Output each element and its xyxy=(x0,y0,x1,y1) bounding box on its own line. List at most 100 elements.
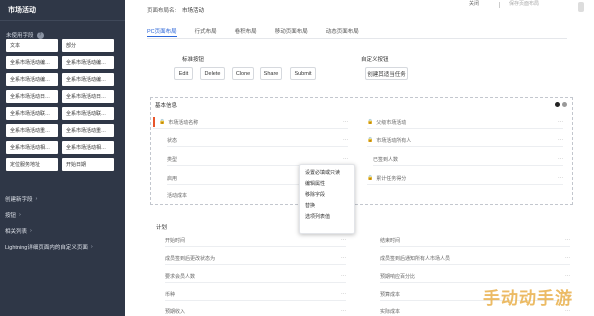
menu-item-required-readonly[interactable]: 设置必填或只读 xyxy=(300,167,354,178)
nav-label: 按钮 xyxy=(5,213,17,219)
field-chip[interactable]: 全系市场活动重… xyxy=(6,124,58,137)
more-icon[interactable]: ··· xyxy=(558,119,563,125)
field-response-rate[interactable]: 预期响应百分比 ··· xyxy=(380,271,570,281)
field-underline xyxy=(373,165,563,166)
field-owner[interactable]: 🔒 市场活动所有人 ··· xyxy=(367,135,563,145)
field-expected-revenue[interactable]: 预期收入 ··· xyxy=(165,306,346,316)
field-member-count[interactable]: 要求会员人数 ··· xyxy=(165,271,346,281)
more-icon[interactable]: ··· xyxy=(341,237,346,243)
more-icon[interactable]: ··· xyxy=(341,308,346,314)
field-underline xyxy=(367,184,563,185)
field-name[interactable]: 🔒 市场活动名称 ··· xyxy=(153,117,348,127)
main-canvas: PC页面布局 行式布局 卷积布局 移动页面布局 动态页面布局 标准按钮 Edit… xyxy=(125,20,594,316)
field-label: 开始时间 xyxy=(165,237,186,244)
field-chip[interactable]: 全系市场活动联… xyxy=(62,107,114,120)
clone-button[interactable]: Clone xyxy=(232,67,254,80)
field-chip[interactable]: 全系市场活动重… xyxy=(62,124,114,137)
tab-row-layout[interactable]: 行式布局 xyxy=(195,25,217,37)
help-icon[interactable]: ? xyxy=(36,31,44,39)
field-chip[interactable]: 全系市场活动日… xyxy=(6,90,58,103)
field-label: 结束时间 xyxy=(380,237,401,244)
field-chip[interactable]: 开始日期 xyxy=(62,158,114,171)
field-currency[interactable]: 币种 ··· xyxy=(165,289,346,299)
field-palette: 市场活动 未使用字段 ? 文本 部分 全系市场活动编… 全系市场活动编… 全系市… xyxy=(0,0,125,316)
lock-icon: 🔒 xyxy=(367,119,374,125)
field-chip[interactable]: 全系市场活动相… xyxy=(6,141,58,154)
field-chip[interactable]: 全系市场活动编… xyxy=(6,73,58,86)
more-icon[interactable]: ··· xyxy=(558,156,563,162)
custom-task-button[interactable]: 创建其适当任务 xyxy=(365,67,408,80)
save-layout-button[interactable]: 保存页面布局 xyxy=(509,0,539,8)
chevron-right-icon: › xyxy=(19,212,21,218)
unused-fields-label: 未使用字段 xyxy=(6,33,34,39)
field-status[interactable]: 状态 ··· xyxy=(167,135,348,145)
field-status-after-checkin[interactable]: 成员签到后更改状态为 ··· xyxy=(165,253,346,263)
field-chip[interactable]: 全系市场活动相… xyxy=(62,141,114,154)
field-chip[interactable]: 部分 xyxy=(62,39,114,52)
more-icon[interactable]: ··· xyxy=(565,237,570,243)
field-chip[interactable]: 全系市场活动日… xyxy=(62,90,114,103)
field-chip[interactable]: 全系市场活动联… xyxy=(6,107,58,120)
lock-icon: 🔒 xyxy=(367,175,374,181)
tab-dynamic-layout[interactable]: 动态页面布局 xyxy=(326,25,359,37)
lock-icon: 🔒 xyxy=(367,137,374,143)
field-label: 成员签到后通知所有人市场人员 xyxy=(380,255,451,262)
nav-label: Lightning详细页面内的自定义页面 xyxy=(5,245,88,251)
more-icon[interactable]: ··· xyxy=(343,137,348,143)
field-checked-in[interactable]: 已签到人数 ··· xyxy=(373,154,563,164)
field-type[interactable]: 类型 ··· xyxy=(167,154,348,164)
close-button[interactable]: 关闭 xyxy=(469,0,479,8)
scrollbar-thumb[interactable] xyxy=(578,2,584,12)
watermark: 手动动手游 xyxy=(483,289,573,308)
nav-create-field[interactable]: 创建新字段 › xyxy=(5,191,123,207)
menu-item-remove-field[interactable]: 移除字段 xyxy=(300,189,354,200)
tab-scroll-layout[interactable]: 卷积布局 xyxy=(235,25,257,37)
field-chip[interactable]: 全系市场活动编… xyxy=(62,56,114,69)
menu-item-edit-properties[interactable]: 编辑属性 xyxy=(300,178,354,189)
edit-button[interactable]: Edit xyxy=(174,67,193,80)
menu-item-replace[interactable]: 替换 xyxy=(300,200,354,211)
field-chip[interactable]: 全系市场活动编… xyxy=(62,73,114,86)
palette-divider xyxy=(0,20,125,21)
more-icon[interactable]: ··· xyxy=(343,119,348,125)
field-start-time[interactable]: 开始时间 ··· xyxy=(165,235,346,245)
nav-buttons[interactable]: 按钮 › xyxy=(5,207,123,223)
field-chip[interactable]: 全系市场活动编… xyxy=(6,56,58,69)
field-label: 类型 xyxy=(167,156,178,163)
tab-pc-layout[interactable]: PC页面布局 xyxy=(147,25,177,37)
nav-related-lists[interactable]: 相关列表 › xyxy=(5,223,123,239)
more-icon[interactable]: ··· xyxy=(565,255,570,261)
more-icon[interactable]: ··· xyxy=(341,291,346,297)
field-label: 要求会员人数 xyxy=(165,273,196,280)
field-underline xyxy=(380,246,570,247)
chevron-right-icon: › xyxy=(35,196,38,202)
field-end-time[interactable]: 结束时间 ··· xyxy=(380,235,570,245)
section-dot-icon[interactable] xyxy=(562,102,567,107)
field-chip[interactable]: 文本 xyxy=(6,39,58,52)
section-controls[interactable] xyxy=(553,102,567,107)
field-parent-campaign[interactable]: 🔒 父级市场活动 ··· xyxy=(367,117,563,127)
share-button[interactable]: Share xyxy=(260,67,282,80)
field-underline xyxy=(153,128,348,129)
more-icon[interactable]: ··· xyxy=(341,255,346,261)
tab-mobile-layout[interactable]: 移动页面布局 xyxy=(275,25,308,37)
menu-item-picklist-values[interactable]: 选项列表值 xyxy=(300,211,354,222)
section-title-plan[interactable]: 计划 xyxy=(156,223,167,231)
field-label: 父级市场活动 xyxy=(376,119,407,126)
field-notify-owner[interactable]: 成员签到后通知所有人市场人员 ··· xyxy=(380,253,570,263)
field-task-score[interactable]: 🔒 累计任务得分 ··· xyxy=(367,173,563,183)
more-icon[interactable]: ··· xyxy=(341,273,346,279)
layout-form-area[interactable]: 基本信息 🔒 市场活动名称 ··· 状态 ··· 类型 ··· 启用 活动成本 … xyxy=(150,97,573,205)
nav-lightning-pages[interactable]: Lightning详细页面内的自定义页面 › xyxy=(5,239,123,255)
more-icon[interactable]: ··· xyxy=(343,156,348,162)
section-dot-icon[interactable] xyxy=(555,102,560,107)
more-icon[interactable]: ··· xyxy=(565,273,570,279)
field-chip[interactable]: 定位服务地址 xyxy=(6,158,58,171)
submit-button[interactable]: Submit xyxy=(290,67,316,80)
more-icon[interactable]: ··· xyxy=(558,137,563,143)
delete-button[interactable]: Delete xyxy=(200,67,225,80)
section-title-basic[interactable]: 基本信息 xyxy=(155,101,177,109)
field-label: 市场活动名称 xyxy=(168,119,199,126)
layout-name-value: 市场活动 xyxy=(182,8,205,14)
more-icon[interactable]: ··· xyxy=(558,175,563,181)
